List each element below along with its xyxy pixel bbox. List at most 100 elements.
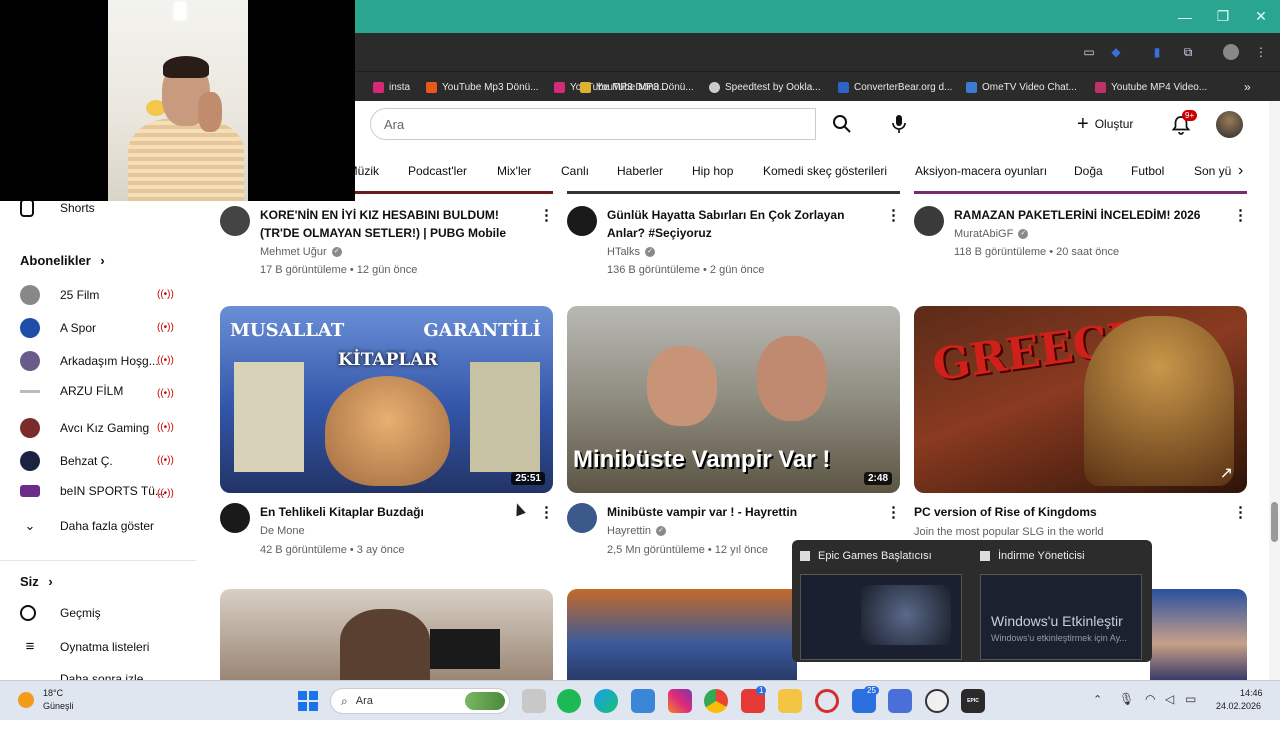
video-thumbnail[interactable]: MUSALLAT GARANTİLİ KİTAPLAR 25:51	[220, 306, 553, 493]
chip-comedy[interactable]: Komedi skeç gösterileri	[763, 158, 887, 184]
bookmark-item[interactable]: OmeTV Video Chat...	[966, 78, 1077, 96]
store-icon[interactable]	[631, 689, 655, 713]
more-options-icon[interactable]: ⋮	[539, 207, 554, 225]
notifications-button[interactable]: 9+	[1170, 110, 1198, 136]
profile-icon[interactable]	[1223, 44, 1239, 60]
subscriptions-heading[interactable]: Abonelikler ›	[20, 253, 105, 268]
video-title[interactable]: RAMAZAN PAKETLERİNİ İNCELEDİM! 2026	[954, 206, 1229, 224]
video-thumbnail[interactable]	[220, 589, 553, 680]
instagram-icon[interactable]	[668, 689, 692, 713]
sidebar-show-more[interactable]: ⌄ Daha fazla göster	[20, 518, 155, 534]
bookmark-item[interactable]: insta	[373, 78, 410, 96]
clock-time[interactable]: 14:46	[1240, 688, 1263, 698]
more-options-icon[interactable]: ⋮	[1233, 207, 1248, 225]
create-button[interactable]: + Oluştur	[1077, 110, 1149, 138]
channel-name[interactable]: Mehmet Uğur ✓	[260, 246, 342, 258]
preview-thumbnail[interactable]: Windows'u Etkinleştir Windows'u etkinleş…	[980, 574, 1142, 660]
chips-next-icon[interactable]: ›	[1238, 158, 1243, 184]
channel-avatar[interactable]	[220, 206, 250, 236]
channel-avatar[interactable]	[567, 503, 597, 533]
preview-download-manager[interactable]: İndirme Yöneticisi	[980, 550, 1085, 562]
sidebar-sub-25film[interactable]: 25 Film	[20, 285, 99, 305]
extensions-puzzle-icon[interactable]: ⧉	[1180, 44, 1196, 60]
sidebar-item-playlists[interactable]: ≡ Oynatma listeleri	[20, 638, 150, 655]
sidebar-sub-arzufilm[interactable]: ARZU FİLM	[20, 384, 123, 398]
sidebar-item-shorts[interactable]: Shorts	[20, 199, 95, 217]
video-title[interactable]: Minibüste vampir var ! - Hayrettin	[607, 503, 882, 521]
windows-start-icon[interactable]	[298, 691, 318, 711]
zoom-icon[interactable]	[888, 689, 912, 713]
more-options-icon[interactable]: ⋮	[886, 207, 901, 225]
extension-icon[interactable]: ◆	[1108, 44, 1124, 60]
channel-name[interactable]: Hayrettin ✓	[607, 525, 667, 537]
bookmark-item[interactable]: ConverterBear.org d...	[838, 78, 952, 96]
more-options-icon[interactable]: ⋮	[539, 504, 554, 522]
channel-name[interactable]: HTalks ✓	[607, 246, 656, 258]
preview-epic[interactable]: Epic Games Başlatıcısı	[800, 550, 932, 562]
chip-football[interactable]: Futbol	[1131, 158, 1164, 184]
close-button[interactable]: ✕	[1242, 0, 1280, 33]
restore-button[interactable]: ❐	[1204, 0, 1242, 33]
microphone-icon[interactable]: 🎙	[1119, 692, 1134, 706]
voice-search-button[interactable]	[886, 110, 912, 138]
taskbar-search[interactable]: ⌕ Ara	[330, 688, 510, 714]
preview-thumbnail[interactable]	[800, 574, 962, 660]
opera-icon[interactable]	[815, 689, 839, 713]
bookmark-item[interactable]: YouTube MP3 Dönü...	[580, 78, 694, 96]
channel-avatar[interactable]	[914, 206, 944, 236]
video-thumbnail[interactable]: Minibüste Vampir Var ! 2:48	[567, 306, 900, 493]
sidebar-item-history[interactable]: Geçmiş	[20, 605, 101, 621]
video-thumbnail[interactable]	[1150, 589, 1247, 680]
more-options-icon[interactable]: ⋮	[1233, 504, 1248, 522]
chip-live[interactable]: Canlı	[561, 158, 589, 184]
chip-podcasts[interactable]: Podcast'ler	[408, 158, 467, 184]
channel-avatar[interactable]	[220, 503, 250, 533]
video-thumbnail[interactable]: GREECE ↗	[914, 306, 1247, 493]
scrollbar-thumb[interactable]	[1271, 502, 1278, 542]
channel-name[interactable]: MuratAbiGF ✓	[954, 228, 1029, 240]
audio-icon[interactable]: ▮	[1149, 44, 1165, 60]
chip-mixes[interactable]: Mix'ler	[497, 158, 531, 184]
sidebar-sub-avcikiz[interactable]: Avcı Kız Gaming	[20, 418, 149, 438]
page-scrollbar[interactable]	[1269, 101, 1280, 680]
bookmark-item[interactable]: YouTube Mp3 Dönü...	[426, 78, 539, 96]
bookmark-item[interactable]: Speedtest by Ookla...	[709, 78, 821, 96]
weather-temp[interactable]: 18°C	[43, 688, 63, 698]
bookmark-item[interactable]: Youtube MP4 Video...	[1095, 78, 1207, 96]
clock-date[interactable]: 24.02.2026	[1216, 701, 1261, 711]
edge-icon[interactable]	[594, 689, 618, 713]
sidebar-sub-arkadasim[interactable]: Arkadaşım Hoşg...	[20, 351, 159, 371]
sidebar-sub-beinsports[interactable]: beIN SPORTS Tü...	[20, 484, 165, 498]
spotify-icon[interactable]	[557, 689, 581, 713]
battery-icon[interactable]: ▭	[1185, 692, 1196, 706]
file-explorer-icon[interactable]	[778, 689, 802, 713]
app-gauge-icon[interactable]	[925, 689, 949, 713]
chip-muzik[interactable]: Müzik	[355, 158, 379, 184]
search-input[interactable]: Ara	[370, 108, 816, 140]
menu-icon[interactable]: ⋮	[1253, 44, 1269, 60]
bookmarks-overflow-icon[interactable]: »	[1244, 78, 1251, 96]
minimize-button[interactable]: —	[1166, 0, 1204, 33]
account-avatar[interactable]	[1216, 111, 1243, 138]
wifi-icon[interactable]: ◠	[1145, 692, 1155, 706]
cast-icon[interactable]: ▭	[1081, 44, 1097, 60]
sidebar-sub-behzat[interactable]: Behzat Ç.	[20, 451, 113, 471]
chip-nature[interactable]: Doğa	[1074, 158, 1103, 184]
chip-action-adventure[interactable]: Aksiyon-macera oyunları	[915, 158, 1047, 184]
video-title[interactable]: Günlük Hayatta Sabırları En Çok Zorlayan…	[607, 206, 882, 242]
video-title[interactable]: KORE'NİN EN İYİ KIZ HESABINI BULDUM! (TR…	[260, 206, 535, 242]
chip-hiphop[interactable]: Hip hop	[692, 158, 733, 184]
more-options-icon[interactable]: ⋮	[886, 504, 901, 522]
channel-avatar[interactable]	[567, 206, 597, 236]
sidebar-item-watch-later[interactable]: Daha sonra izle	[20, 672, 143, 680]
you-heading[interactable]: Siz ›	[20, 574, 53, 589]
weather-desc[interactable]: Güneşli	[43, 701, 74, 711]
epic-games-icon[interactable]: EPIC GAMES	[961, 689, 985, 728]
ad-title[interactable]: PC version of Rise of Kingdoms	[914, 503, 1214, 521]
channel-name[interactable]: De Mone	[260, 525, 305, 537]
volume-icon[interactable]: ◁	[1165, 692, 1174, 706]
chrome-icon[interactable]	[704, 689, 728, 713]
task-view-icon[interactable]	[522, 689, 546, 713]
search-button[interactable]	[816, 108, 868, 140]
sidebar-sub-aspor[interactable]: A Spor	[20, 318, 96, 338]
